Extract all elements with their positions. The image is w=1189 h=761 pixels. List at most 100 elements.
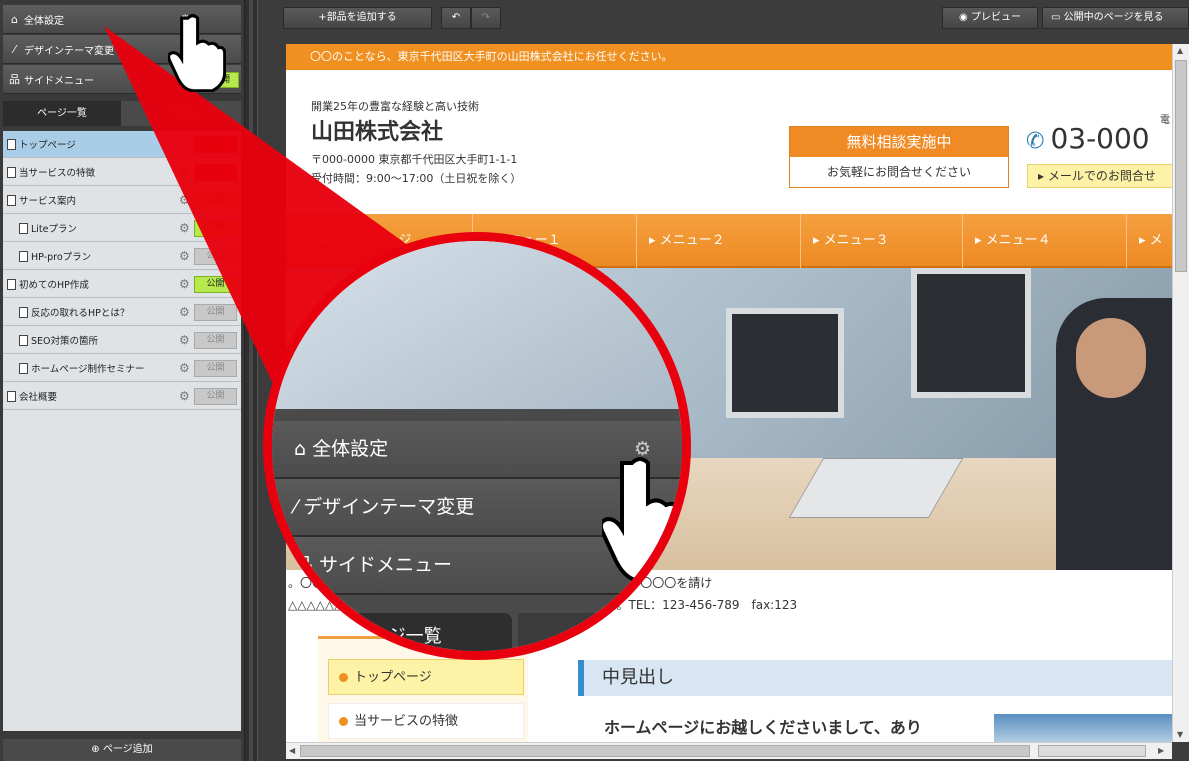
publish-toggle[interactable]: 公開	[194, 332, 237, 349]
scroll-up-icon[interactable]: ▲	[1177, 46, 1183, 55]
page-list-item[interactable]: Liteプラン ⚙ 公開	[3, 215, 241, 242]
page-title: サービス案内	[19, 196, 77, 207]
page-title: SEO対策の箇所	[31, 336, 99, 347]
business-hours: 受付時間：9:00～17:00（土日祝を除く）	[311, 172, 522, 185]
page-list-item[interactable]: トップページ ⚙ 公開	[3, 131, 241, 158]
gear-icon[interactable]: ⚙	[179, 389, 190, 403]
side-menu-item-top[interactable]: トップページ	[328, 659, 524, 695]
publish-toggle[interactable]: 公開	[194, 164, 237, 181]
magnifier-callout: ⌂ 全体設定 ⚙ ⁄ デザインテーマ変更 品サイドメニュー ページ一覧	[263, 232, 691, 660]
add-page-button[interactable]: ⊕ ページ追加	[3, 739, 241, 761]
triangle-right-icon: ▸	[1139, 233, 1150, 248]
document-icon	[19, 306, 28, 318]
publish-toggle[interactable]: 公開	[194, 136, 237, 153]
consult-box[interactable]: 無料相談実施中 お気軽にお問合せください	[789, 126, 1009, 188]
scroll-left-icon[interactable]: ◀	[289, 746, 295, 755]
document-icon	[19, 222, 28, 234]
page-list-item[interactable]: 会社概要 ⚙ 公開	[3, 383, 241, 410]
page-list-item[interactable]: ホームページ制作セミナー ⚙ 公開	[3, 355, 241, 382]
consult-title: 無料相談実施中	[790, 127, 1008, 157]
phone-number: ✆ 03-000	[1026, 122, 1150, 155]
triangle-right-icon: ▸	[813, 233, 824, 248]
magnified-label: 全体設定	[312, 438, 389, 460]
gear-icon[interactable]: ⚙	[179, 361, 190, 375]
menu-item-label: メニュー３	[823, 233, 889, 248]
company-name: 山田株式会社	[311, 120, 444, 145]
left-sidebar: ⌂ 全体設定 ⚙ ⁄ デザインテーマ変更 品 サイドメニュー 公開 ページ一覧 …	[0, 0, 244, 761]
redo-button[interactable]: ↷	[471, 7, 501, 29]
scroll-down-icon[interactable]: ▼	[1177, 730, 1183, 739]
tab-page-list[interactable]: ページ一覧	[3, 101, 121, 126]
page-title: HP-proプラン	[31, 252, 92, 263]
publish-toggle[interactable]: 公開	[194, 360, 237, 377]
gear-icon[interactable]: ⚙	[179, 333, 190, 347]
page-list-item[interactable]: 反応の取れるHPとは？ ⚙ 公開	[3, 299, 241, 326]
side-menu-label: サイドメニュー	[24, 75, 94, 87]
pointer-hand-icon	[602, 457, 682, 583]
side-menu-label: トップページ	[354, 670, 432, 685]
phone-caption: 電	[1160, 115, 1170, 126]
triangle-right-icon: ▸	[1038, 169, 1045, 183]
page-list-item[interactable]: サービス案内 ⚙ 公開	[3, 187, 241, 214]
menu-item[interactable]: ▸ メニュー４	[962, 214, 1051, 268]
document-icon	[19, 334, 28, 346]
publish-toggle[interactable]: 公開	[194, 192, 237, 209]
sitemap-icon: 品	[9, 73, 20, 86]
wand-icon: ⁄	[294, 496, 298, 518]
gear-icon[interactable]: ⚙	[179, 277, 190, 291]
publish-toggle[interactable]: 公開	[194, 248, 237, 265]
document-icon	[19, 362, 28, 374]
side-menu-item-features[interactable]: 当サービスの特徴	[328, 703, 524, 739]
page-list-item[interactable]: SEO対策の箇所 ⚙ 公開	[3, 327, 241, 354]
tagline: 開業25年の豊富な経験と高い技術	[311, 100, 479, 113]
design-theme-label: デザインテーマ変更	[24, 45, 114, 57]
consult-sub: お気軽にお問合せください	[826, 165, 971, 179]
add-page-label: ページ追加	[102, 744, 153, 755]
home-icon: ⌂	[11, 12, 18, 26]
page-title: ホームページ制作セミナー	[31, 364, 145, 375]
tab-other[interactable]: ご注意	[121, 101, 241, 126]
page-list-item[interactable]: HP-proプラン ⚙ 公開	[3, 243, 241, 270]
scroll-right-icon[interactable]: ▶	[1158, 746, 1164, 755]
global-settings-label: 全体設定	[24, 15, 64, 27]
horizontal-scrollbar[interactable]: ◀ ▶	[286, 742, 1172, 759]
redo-icon: ↷	[481, 12, 491, 23]
publish-toggle[interactable]: 公開	[194, 388, 237, 405]
gear-icon[interactable]: ⚙	[179, 165, 190, 179]
top-band: 〇〇のことなら、東京千代田区大手町の山田株式会社にお任せください。	[286, 44, 1172, 70]
menu-item-label: メ	[1149, 233, 1163, 248]
gear-icon[interactable]: ⚙	[179, 193, 190, 207]
editor-toolbar: +部品を追加する ↶ ↷ ◉ プレビュー ▭ 公開中のページを見る	[258, 0, 1189, 40]
body-text: ホームページにお越しくださいまして、あり	[604, 718, 922, 737]
page-list-item[interactable]: 当サービスの特徴 ⚙ 公開	[3, 159, 241, 186]
pane-divider[interactable]	[244, 0, 258, 761]
monitor-icon: ▭	[1051, 12, 1061, 23]
page-title: 当サービスの特徴	[19, 168, 96, 179]
mid-heading: 中見出し	[578, 660, 1172, 696]
publish-toggle[interactable]: 公開	[194, 220, 237, 237]
mail-contact-button[interactable]: ▸ メールでのお問合せ	[1027, 164, 1172, 188]
publish-toggle[interactable]: 公開	[194, 304, 237, 321]
vertical-scrollbar[interactable]: ▲ ▼	[1172, 44, 1189, 742]
gear-icon[interactable]: ⚙	[179, 249, 190, 263]
gear-icon[interactable]: ⚙	[179, 221, 190, 235]
view-public-label: 公開中のページを見る	[1063, 12, 1164, 23]
publish-toggle[interactable]: 公開	[194, 276, 237, 293]
menu-item[interactable]: ▸ メニュー３	[800, 214, 889, 268]
gear-icon[interactable]: ⚙	[179, 137, 190, 151]
content-image	[994, 714, 1172, 742]
undo-button[interactable]: ↶	[441, 7, 471, 29]
menu-item[interactable]: ▸ メ	[1126, 214, 1163, 268]
preview-button[interactable]: ◉ プレビュー	[942, 7, 1038, 29]
page-title: トップページ	[19, 140, 76, 151]
document-icon	[7, 138, 16, 150]
gear-icon[interactable]: ⚙	[179, 305, 190, 319]
page-list-item[interactable]: 初めてのHP作成 ⚙ 公開	[3, 271, 241, 298]
home-icon: ⌂	[294, 438, 307, 460]
add-part-button[interactable]: +部品を追加する	[283, 7, 432, 29]
page-title: 初めてのHP作成	[19, 280, 89, 291]
view-public-button[interactable]: ▭ 公開中のページを見る	[1042, 7, 1189, 29]
plus-icon: +	[318, 12, 327, 23]
document-icon	[7, 390, 16, 402]
side-menu-label: 当サービスの特徴	[354, 714, 459, 729]
